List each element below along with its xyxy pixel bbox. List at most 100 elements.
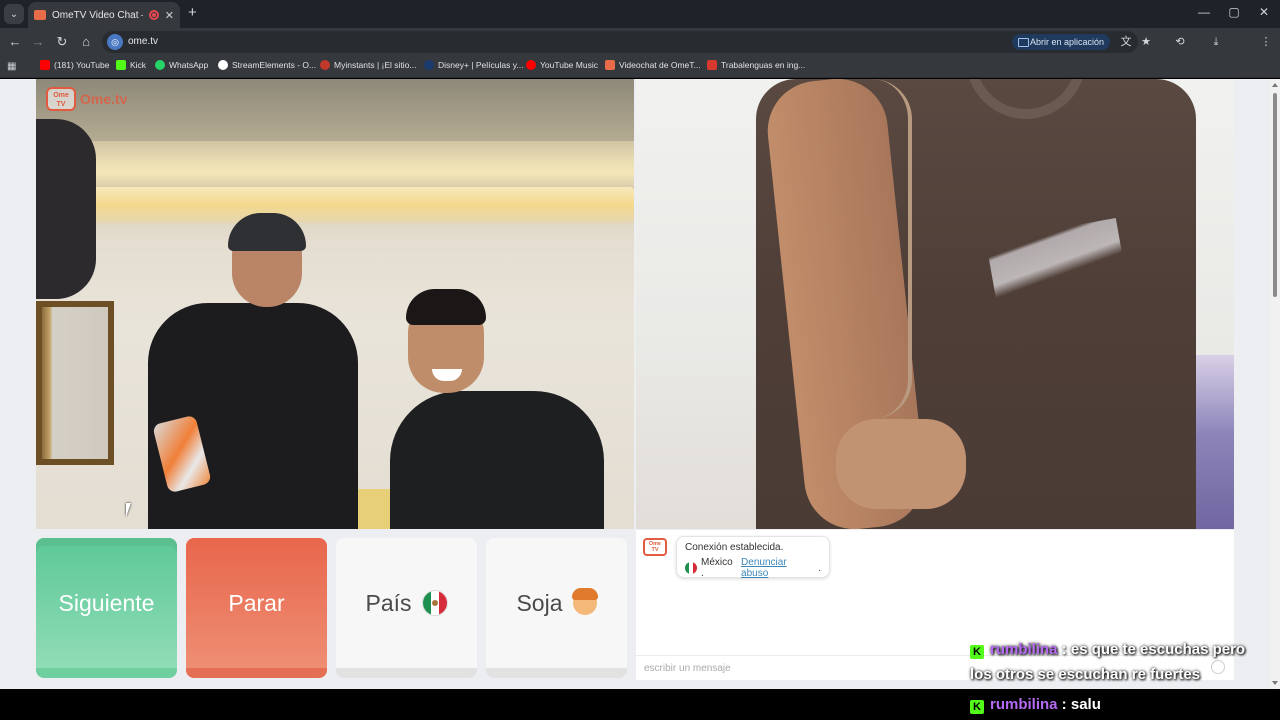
tab-title: OmeTV Video Chat — Alte bbox=[52, 9, 143, 21]
report-suffix: . bbox=[818, 562, 821, 574]
report-abuse-link[interactable]: Denunciar abuso bbox=[741, 557, 814, 579]
bookmark-trabalenguas[interactable]: Trabalenguas en ing... bbox=[707, 60, 805, 70]
mirror bbox=[36, 301, 114, 465]
ometv-tv-icon: Ome TV bbox=[46, 87, 76, 111]
history-icon[interactable]: ⟲ bbox=[1172, 34, 1188, 50]
stranger-hand bbox=[836, 419, 966, 509]
download-icon[interactable]: ⤓ bbox=[1208, 34, 1224, 50]
streamelements-icon bbox=[218, 60, 228, 70]
url-text[interactable]: ome.tv bbox=[128, 36, 158, 47]
ometv-favicon-icon bbox=[34, 10, 46, 20]
youtube-music-icon bbox=[526, 60, 536, 70]
mouse-cursor-icon bbox=[126, 503, 136, 517]
mexico-flag-icon bbox=[421, 590, 448, 616]
next-button[interactable]: Siguiente bbox=[36, 538, 177, 678]
back-button[interactable]: ← bbox=[6, 33, 24, 51]
stop-button-label: Parar bbox=[228, 589, 285, 616]
scroll-up-arrow-icon[interactable] bbox=[1272, 83, 1278, 87]
trabalenguas-icon bbox=[707, 60, 717, 70]
bookmark-youtube[interactable]: (181) YouTube bbox=[40, 60, 109, 70]
stop-button[interactable]: Parar bbox=[186, 538, 327, 678]
stream-chat-message: Krumbilina : es que te escuchas pero bbox=[970, 641, 1245, 659]
address-bar[interactable]: ◎ ome.tv Abrir en aplicación 文 ★ bbox=[102, 31, 1151, 53]
kick-badge-icon: K bbox=[970, 645, 984, 659]
translate-icon[interactable]: 文 bbox=[1118, 34, 1134, 50]
youtube-icon bbox=[40, 60, 50, 70]
tab-search-button[interactable]: ⌄ bbox=[4, 4, 24, 24]
ometv-chat-logo-icon: Ome TV bbox=[643, 538, 667, 556]
bookmark-myinstants[interactable]: Myinstants | ¡El sitio... bbox=[320, 60, 417, 70]
ceiling-light bbox=[76, 187, 634, 223]
minimize-button[interactable]: — bbox=[1194, 5, 1214, 19]
forward-button[interactable]: → bbox=[29, 33, 47, 51]
bookmark-youtube-music[interactable]: YouTube Music bbox=[526, 60, 598, 70]
stranger-country: México . bbox=[701, 557, 733, 579]
stream-chat-message-continued: los otros se escuchan re fuertes bbox=[970, 666, 1201, 683]
kick-badge-icon: K bbox=[970, 700, 984, 714]
kick-icon bbox=[116, 60, 126, 70]
bookmark-label: Myinstants | ¡El sitio... bbox=[334, 60, 417, 70]
disney-icon bbox=[424, 60, 434, 70]
bookmark-ometv[interactable]: Videochat de OmeT... bbox=[605, 60, 701, 70]
gender-button[interactable]: Soja bbox=[486, 538, 627, 678]
ometv-icon bbox=[605, 60, 615, 70]
next-button-label: Siguiente bbox=[58, 589, 155, 616]
bookmark-label: Disney+ | Películas y... bbox=[438, 60, 524, 70]
mexico-flag-icon bbox=[685, 562, 697, 574]
menu-kebab-icon[interactable]: ⋮ bbox=[1258, 34, 1274, 50]
person-two bbox=[390, 391, 604, 529]
bookmark-kick[interactable]: Kick bbox=[116, 60, 146, 70]
gender-button-label: Soja bbox=[516, 589, 563, 616]
new-tab-button[interactable]: + bbox=[188, 5, 197, 21]
emoji-icon[interactable] bbox=[1211, 660, 1225, 674]
chat-username: rumbilina bbox=[990, 641, 1058, 658]
country-button[interactable]: País bbox=[336, 538, 477, 678]
boy-face-icon bbox=[571, 588, 598, 615]
bookmark-star-icon[interactable]: ★ bbox=[1138, 34, 1154, 50]
bookmark-disney[interactable]: Disney+ | Películas y... bbox=[424, 60, 523, 70]
maximize-button[interactable]: ▢ bbox=[1224, 5, 1244, 19]
bookmark-label: WhatsApp bbox=[169, 60, 209, 70]
ometv-logo: Ome TV Ome.tv bbox=[46, 87, 127, 111]
scroll-down-arrow-icon[interactable] bbox=[1272, 681, 1278, 685]
reload-button[interactable]: ↻ bbox=[53, 33, 71, 51]
stream-chat-message: Krumbilina : salu bbox=[970, 696, 1101, 714]
bookmark-label: Videochat de OmeT... bbox=[619, 60, 701, 70]
bookmark-label: YouTube Music bbox=[540, 60, 598, 70]
own-camera-video: Ome TV Ome.tv bbox=[36, 79, 634, 529]
bookmark-whatsapp[interactable]: WhatsApp bbox=[155, 60, 208, 70]
browser-tab-bar: ⌄ OmeTV Video Chat — Alte ✕ + — ▢ ✕ bbox=[0, 0, 1280, 28]
chat-text: : salu bbox=[1057, 696, 1101, 713]
ometv-logo-text: Ome.tv bbox=[80, 91, 128, 107]
chat-username: rumbilina bbox=[990, 696, 1058, 713]
close-window-button[interactable]: ✕ bbox=[1254, 5, 1274, 19]
myinstants-icon bbox=[320, 60, 330, 70]
site-info-icon[interactable]: ◎ bbox=[107, 34, 123, 50]
home-button[interactable]: ⌂ bbox=[77, 33, 95, 51]
recording-indicator-icon bbox=[148, 10, 159, 20]
bookmark-label: Kick bbox=[130, 60, 147, 70]
person-two-hair bbox=[406, 289, 486, 325]
tab-close-button[interactable]: ✕ bbox=[165, 9, 174, 22]
system-message: Conexión establecida. México . Denunciar… bbox=[676, 536, 830, 579]
browser-tab-ometv[interactable]: OmeTV Video Chat — Alte ✕ bbox=[28, 2, 180, 28]
bookmark-streamelements[interactable]: StreamElements - O... bbox=[218, 60, 316, 70]
page-scrollbar[interactable] bbox=[1270, 79, 1280, 689]
connection-status-text: Conexión establecida. bbox=[685, 542, 784, 553]
bookmark-label: (181) YouTube bbox=[54, 60, 110, 70]
bookmark-label: Trabalenguas en ing... bbox=[721, 60, 806, 70]
scroll-thumb[interactable] bbox=[1273, 93, 1277, 297]
chat-text: : es que te escuchas pero bbox=[1057, 641, 1246, 658]
browser-toolbar: ← → ↻ ⌂ ◎ ome.tv Abrir en aplicación 文 ★… bbox=[0, 28, 1280, 76]
person-one bbox=[148, 303, 358, 529]
country-button-label: País bbox=[365, 589, 412, 616]
bookmarks-bar: ▦ (181) YouTube Kick WhatsApp StreamElem… bbox=[0, 56, 1280, 78]
bookmark-label: StreamElements - O... bbox=[232, 60, 317, 70]
whatsapp-icon bbox=[155, 60, 165, 70]
ometv-page: Ome TV Ome.tv Siguiente Parar País Soja … bbox=[0, 79, 1270, 689]
stranger-video bbox=[636, 79, 1234, 529]
apps-grid-icon[interactable]: ▦ bbox=[7, 61, 19, 73]
open-in-app-button[interactable]: Abrir en aplicación bbox=[1012, 34, 1111, 50]
country-row: México . Denunciar abuso. bbox=[685, 557, 821, 579]
hoodie-string bbox=[872, 79, 912, 419]
